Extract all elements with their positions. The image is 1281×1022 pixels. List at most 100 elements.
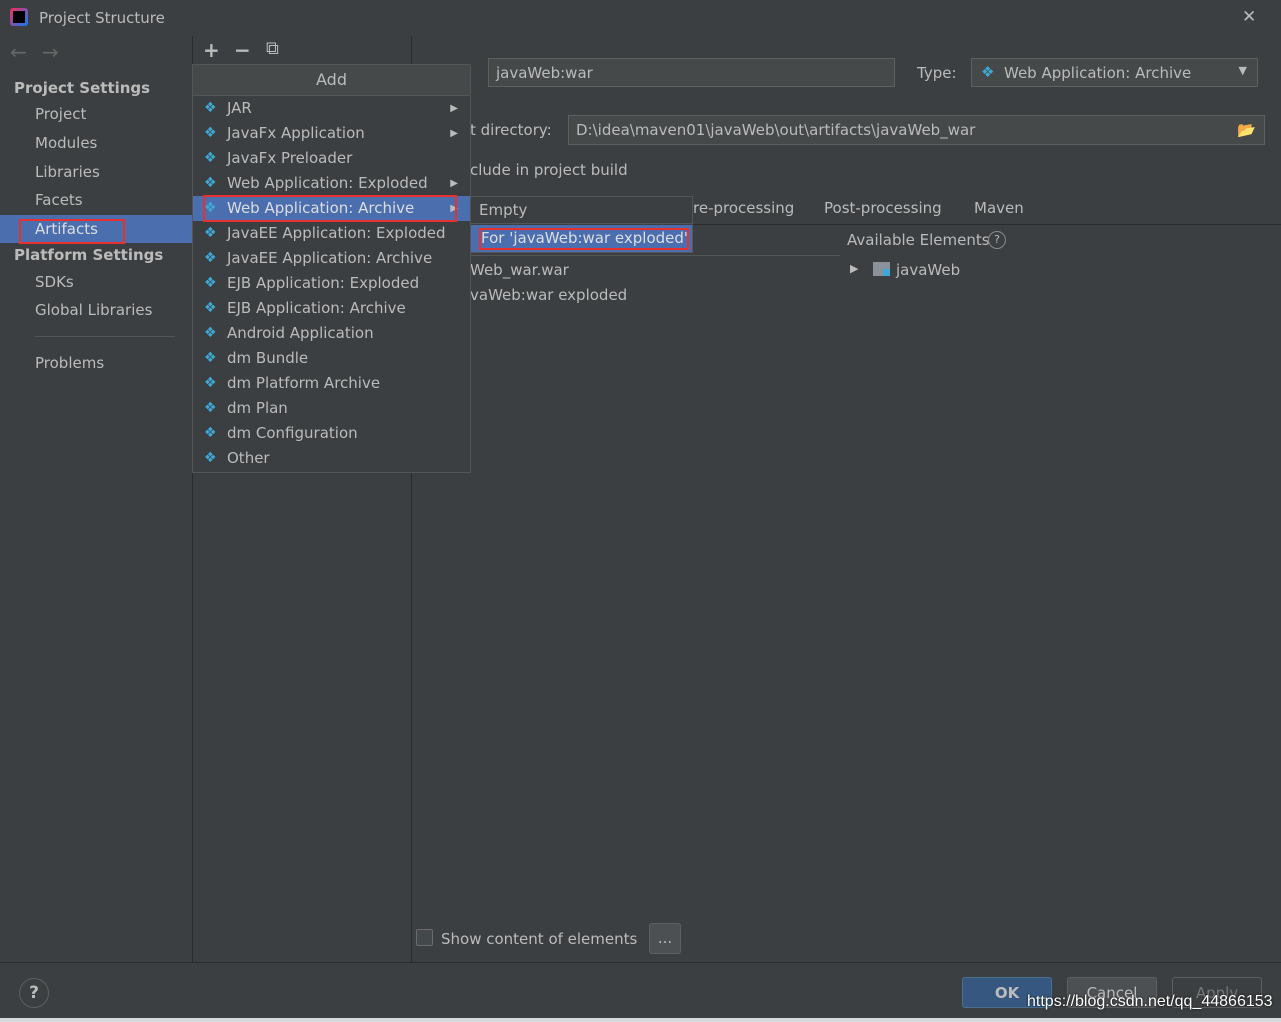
- menu-item-javafx-application[interactable]: ❖ JavaFx Application ▶: [193, 121, 470, 146]
- platform-settings-heading: Platform Settings: [14, 246, 164, 264]
- window-title: Project Structure: [39, 9, 165, 27]
- menu-item-dm-plan[interactable]: ❖ dm Plan: [193, 396, 470, 421]
- menu-item-label: dm Plan: [227, 399, 288, 417]
- menu-item-javafx-preloader[interactable]: ❖ JavaFx Preloader: [193, 146, 470, 171]
- submenu-arrow-icon: ▶: [450, 178, 458, 189]
- artifact-type-icon: ❖: [204, 300, 217, 316]
- divider: [470, 255, 840, 256]
- tree-item-exploded[interactable]: vaWeb:war exploded: [470, 286, 627, 304]
- artifact-type-icon: ❖: [204, 425, 217, 441]
- artifact-type-icon: ❖: [204, 100, 217, 116]
- submenu-item-empty[interactable]: Empty: [471, 197, 692, 224]
- menu-item-label: JavaFx Application: [227, 124, 365, 142]
- menu-item-label: JavaEE Application: Exploded: [227, 224, 446, 242]
- show-content-label[interactable]: Show content of elements: [441, 930, 637, 948]
- sidebar-item-global-libraries[interactable]: Global Libraries: [35, 301, 152, 319]
- type-dropdown[interactable]: ❖ Web Application: Archive ▼: [971, 58, 1258, 87]
- type-value: Web Application: Archive: [1004, 63, 1192, 82]
- add-menu: Add ❖ JAR ▶ ❖ JavaFx Application ▶ ❖ JavaFx Pre…: [192, 64, 471, 473]
- artifact-type-icon: ❖: [204, 125, 217, 141]
- menu-item-web-application-exploded[interactable]: ❖ Web Application: Exploded ▶: [193, 171, 470, 196]
- menu-item-label: EJB Application: Exploded: [227, 274, 420, 292]
- menu-item-ejb-application-archive[interactable]: ❖ EJB Application: Archive: [193, 296, 470, 321]
- submenu-item-for-exploded[interactable]: For 'javaWeb:war exploded': [471, 225, 692, 252]
- menu-item-dm-configuration[interactable]: ❖ dm Configuration: [193, 421, 470, 446]
- tab-maven[interactable]: Maven: [974, 199, 1024, 217]
- tree-item-javaweb[interactable]: javaWeb: [896, 261, 960, 279]
- title-bar: Project Structure ✕: [0, 0, 1281, 36]
- folder-icon[interactable]: 📂: [1237, 121, 1256, 139]
- menu-item-ejb-application-exploded[interactable]: ❖ EJB Application: Exploded: [193, 271, 470, 296]
- more-button[interactable]: ...: [649, 923, 681, 954]
- highlight-box: [19, 219, 125, 244]
- tab-post-processing[interactable]: Post-processing: [824, 199, 942, 217]
- sidebar-item-sdks[interactable]: SDKs: [35, 273, 74, 291]
- artifact-type-icon: ❖: [204, 250, 217, 266]
- output-directory-value: D:\idea\maven01\javaWeb\out\artifacts\ja…: [576, 121, 976, 139]
- menu-item-dm-platform-archive[interactable]: ❖ dm Platform Archive: [193, 371, 470, 396]
- artifact-type-icon: ❖: [204, 325, 217, 341]
- highlight-box: [479, 228, 689, 250]
- artifact-type-icon: ❖: [204, 375, 217, 391]
- menu-item-label: dm Platform Archive: [227, 374, 381, 392]
- menu-item-android-application[interactable]: ❖ Android Application: [193, 321, 470, 346]
- sidebar-item-project[interactable]: Project: [35, 105, 86, 123]
- artifact-type-icon: ❖: [204, 175, 217, 191]
- artifact-type-icon: ❖: [204, 450, 217, 466]
- tree-item-war[interactable]: Web_war.war: [470, 261, 569, 279]
- archive-submenu: Empty For 'javaWeb:war exploded': [470, 196, 693, 253]
- menu-item-javaee-application-archive[interactable]: ❖ JavaEE Application: Archive: [193, 246, 470, 271]
- available-elements-label: Available Elements: [847, 231, 990, 249]
- artifact-type-icon: ❖: [204, 225, 217, 241]
- close-button[interactable]: ✕: [1242, 7, 1256, 27]
- menu-item-javaee-application-exploded[interactable]: ❖ JavaEE Application: Exploded: [193, 221, 470, 246]
- back-icon[interactable]: ←: [10, 40, 27, 64]
- menu-item-other[interactable]: ❖ Other: [193, 446, 470, 471]
- menu-item-label: dm Bundle: [227, 349, 309, 367]
- menu-item-label: JavaFx Preloader: [227, 149, 353, 167]
- sidebar-item-modules[interactable]: Modules: [35, 134, 97, 152]
- divider: [35, 336, 175, 337]
- chevron-down-icon: ▼: [1238, 64, 1247, 77]
- menu-item-label: JavaEE Application: Archive: [227, 249, 433, 267]
- menu-item-label: Android Application: [227, 324, 374, 342]
- expand-icon[interactable]: ▶: [850, 262, 858, 275]
- menu-item-web-application-archive[interactable]: ❖ Web Application: Archive ▶: [193, 195, 470, 222]
- artifact-type-icon: ❖: [204, 400, 217, 416]
- sidebar: ← → Project Settings Project Modules Lib…: [0, 36, 193, 962]
- sidebar-item-problems[interactable]: Problems: [35, 354, 104, 372]
- watermark: https://blog.csdn.net/qq_44866153: [1027, 993, 1273, 1010]
- sidebar-item-artifacts[interactable]: Artifacts: [0, 215, 192, 244]
- menu-item-label: JAR: [227, 99, 252, 117]
- menu-item-label: dm Configuration: [227, 424, 358, 442]
- remove-button[interactable]: −: [234, 38, 251, 62]
- intellij-logo-icon: [10, 8, 28, 26]
- module-folder-icon: [873, 262, 890, 276]
- menu-item-label: EJB Application: Archive: [227, 299, 406, 317]
- artifact-type-icon: ❖: [204, 350, 217, 366]
- output-directory-label: t directory:: [470, 121, 552, 139]
- add-menu-title: Add: [193, 65, 470, 96]
- include-in-build-label[interactable]: clude in project build: [470, 161, 628, 179]
- sidebar-item-libraries[interactable]: Libraries: [35, 163, 100, 181]
- tab-pre-processing[interactable]: re-processing: [693, 199, 794, 217]
- menu-item-jar[interactable]: ❖ JAR ▶: [193, 96, 470, 121]
- show-content-checkbox[interactable]: [416, 929, 433, 946]
- bottom-edge: [0, 1018, 1281, 1022]
- submenu-arrow-icon: ▶: [450, 103, 458, 114]
- highlight-box: [203, 195, 457, 222]
- submenu-arrow-icon: ▶: [450, 128, 458, 139]
- artifact-type-icon: ❖: [204, 150, 217, 166]
- copy-button[interactable]: ⧉: [266, 38, 279, 59]
- help-icon[interactable]: ?: [988, 231, 1006, 249]
- artifact-name-field[interactable]: javaWeb:war: [488, 58, 895, 87]
- menu-item-dm-bundle[interactable]: ❖ dm Bundle: [193, 346, 470, 371]
- sidebar-item-facets[interactable]: Facets: [35, 191, 83, 209]
- help-button[interactable]: ?: [19, 978, 49, 1008]
- add-button[interactable]: +: [203, 38, 220, 62]
- forward-icon[interactable]: →: [42, 40, 59, 64]
- output-directory-field[interactable]: D:\idea\maven01\javaWeb\out\artifacts\ja…: [568, 115, 1265, 145]
- menu-item-label: Other: [227, 449, 270, 467]
- menu-item-label: Web Application: Exploded: [227, 174, 428, 192]
- web-archive-icon: ❖: [981, 63, 995, 81]
